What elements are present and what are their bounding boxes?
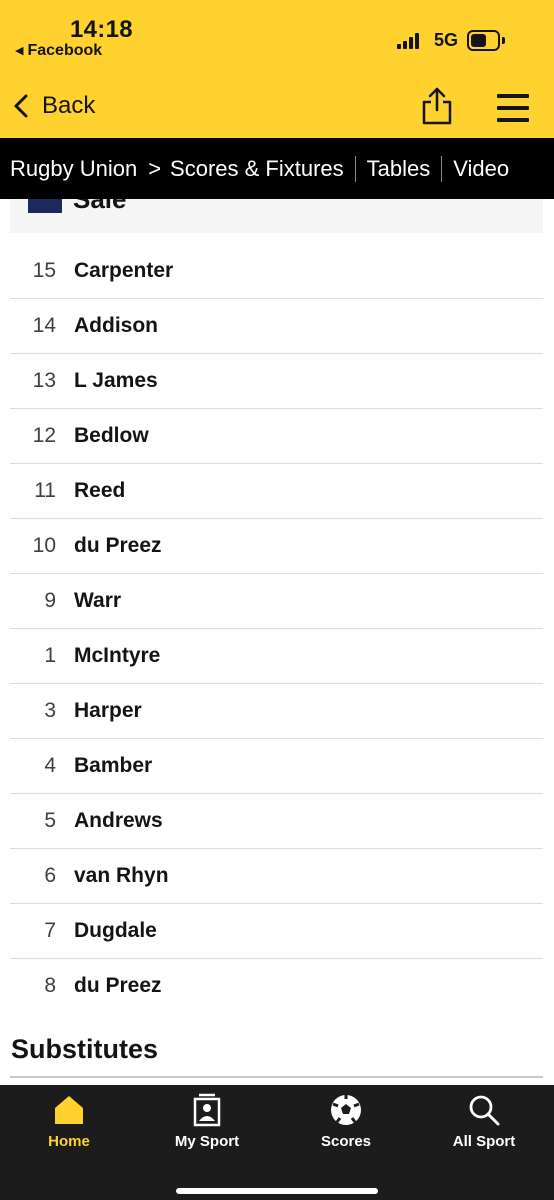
shirt-number: 5 <box>44 809 56 832</box>
player-name: McIntyre <box>74 644 161 667</box>
menu-icon[interactable] <box>497 94 529 122</box>
player-row: 12 Bedlow <box>10 409 543 464</box>
back-label: Back <box>42 92 96 119</box>
nav-divider <box>354 155 356 182</box>
return-app-label: Facebook <box>27 42 103 59</box>
player-name: du Preez <box>74 974 162 997</box>
search-icon <box>469 1095 500 1126</box>
battery-icon <box>467 30 505 51</box>
lineup-list: 15 Carpenter 14 Addison 13 L James 12 Bedlow 11 R… <box>10 244 543 1014</box>
player-name: Addison <box>74 314 158 337</box>
team-logo <box>28 199 62 213</box>
tab-label: All Sport <box>452 1133 516 1150</box>
my-sport-icon <box>193 1093 221 1127</box>
shirt-number: 8 <box>44 974 56 997</box>
shirt-number: 10 <box>32 534 56 557</box>
shirt-number: 12 <box>32 424 56 447</box>
player-name: van Rhyn <box>74 864 169 887</box>
status-bar: 14:18 ◀ Facebook 5G <box>0 0 554 68</box>
player-name: Warr <box>74 589 122 612</box>
shirt-number: 14 <box>32 314 56 337</box>
nav-divider <box>441 155 443 182</box>
shirt-number: 3 <box>44 699 56 722</box>
player-row: 15 Carpenter <box>10 244 543 299</box>
player-name: Reed <box>74 479 126 502</box>
network-type: 5G <box>434 30 459 50</box>
player-name: Andrews <box>74 809 163 832</box>
player-row: 8 du Preez <box>10 959 543 1014</box>
tab-home[interactable]: Home <box>0 1085 138 1165</box>
nav-video[interactable]: Video <box>453 156 509 182</box>
shirt-number: 4 <box>44 754 56 777</box>
back-button[interactable]: Back <box>10 84 95 128</box>
player-row: 9 Warr <box>10 574 543 629</box>
player-name: Bedlow <box>74 424 149 447</box>
chevron-left-icon <box>14 94 28 118</box>
player-row: 10 du Preez <box>10 519 543 574</box>
tab-bar: Home My Sport Scores All Sport <box>0 1085 554 1200</box>
shirt-number: 1 <box>44 644 56 667</box>
shirt-number: 7 <box>44 919 56 942</box>
shirt-number: 11 <box>34 479 56 502</box>
home-indicator <box>176 1188 378 1194</box>
tab-scores[interactable]: Scores <box>277 1085 415 1165</box>
substitutes-heading: Substitutes <box>11 1034 159 1064</box>
player-name: Carpenter <box>74 259 174 282</box>
player-name: du Preez <box>74 534 162 557</box>
nav-scores-fixtures[interactable]: Scores & Fixtures <box>170 156 344 182</box>
tab-label: My Sport <box>174 1133 240 1150</box>
share-icon[interactable] <box>420 84 454 126</box>
nav-rugby-union[interactable]: Rugby Union <box>10 156 137 182</box>
football-icon <box>331 1095 361 1125</box>
team-header: Sale <box>10 199 543 233</box>
return-to-app-link[interactable]: ◀ Facebook <box>15 42 102 60</box>
player-name: Dugdale <box>74 919 157 942</box>
nav-tables[interactable]: Tables <box>367 156 431 182</box>
player-row: 4 Bamber <box>10 739 543 794</box>
shirt-number: 6 <box>44 864 56 887</box>
tab-my-sport[interactable]: My Sport <box>138 1085 276 1165</box>
chevron-right-icon: > <box>148 155 162 181</box>
player-row: 6 van Rhyn <box>10 849 543 904</box>
home-icon <box>55 1096 83 1124</box>
shirt-number: 15 <box>32 259 56 282</box>
player-row: 13 L James <box>10 354 543 409</box>
status-time: 14:18 <box>70 16 133 43</box>
app-header: 14:18 ◀ Facebook 5G Back <box>0 0 554 138</box>
player-row: 7 Dugdale <box>10 904 543 959</box>
player-row: 11 Reed <box>10 464 543 519</box>
signal-icon <box>397 33 423 49</box>
tab-label: Scores <box>320 1133 372 1150</box>
player-row: 3 Harper <box>10 684 543 739</box>
player-name: L James <box>74 369 158 392</box>
shirt-number: 9 <box>44 589 56 612</box>
player-name: Bamber <box>74 754 153 777</box>
player-row: 1 McIntyre <box>10 629 543 684</box>
tab-label: Home <box>48 1133 90 1150</box>
player-name: Harper <box>74 699 142 722</box>
player-row: 5 Andrews <box>10 794 543 849</box>
section-nav: Rugby Union > Scores & Fixtures Tables V… <box>0 138 554 199</box>
player-row: 14 Addison <box>10 299 543 354</box>
back-triangle-icon: ◀ <box>15 45 24 57</box>
shirt-number: 13 <box>32 369 56 392</box>
tab-all-sport[interactable]: All Sport <box>415 1085 553 1165</box>
team-name: Sale <box>73 199 127 214</box>
divider <box>10 1076 543 1078</box>
